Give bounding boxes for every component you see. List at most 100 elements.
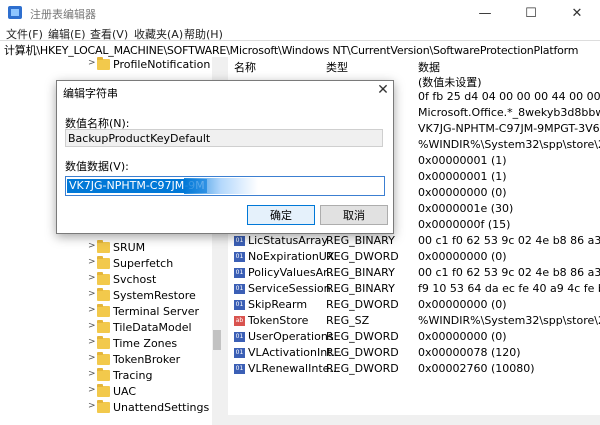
cell-data: 00 c1 f0 62 53 9c 02 4e b8 86 a3 52 8d (418, 266, 600, 279)
table-row[interactable]: 01 VLActivationInt... REG_DWORD 0x00000078 … (228, 345, 600, 361)
cell-data: 0x00000000 (0) (418, 250, 507, 263)
cell-data: (数值未设置) (418, 76, 482, 89)
cell-data: f9 10 53 64 da ec fe 40 a9 4c fe b8 ad (418, 282, 600, 295)
edit-string-dialog: 编辑字符串 ✕ 数值名称(N): BackupProductKeyDefault… (56, 80, 394, 234)
cell-data: Microsoft.Office.*_8wekyb3d8bbwe (418, 106, 600, 119)
tree-item[interactable]: > Terminal Server (0, 304, 210, 320)
cell-type: REG_DWORD (326, 362, 399, 375)
chevron-right-icon[interactable]: > (88, 385, 96, 395)
cell-data: VK7JG-NPHTM-C97JM-9MPGT-3V66T (418, 122, 600, 135)
cell-data: 0x00000000 (0) (418, 298, 507, 311)
maximize-button[interactable]: ☐ (508, 0, 554, 26)
table-row[interactable]: 01 PolicyValuesAr... REG_BINARY 00 c1 f0 62… (228, 265, 600, 281)
cell-name: SkipRearm (248, 298, 308, 311)
address-bar[interactable]: 计算机\HKEY_LOCAL_MACHINE\SOFTWARE\Microsof… (0, 40, 600, 58)
tree-item[interactable]: > Svchost (0, 272, 210, 288)
binary-value-icon: 01 (234, 332, 245, 342)
folder-icon (97, 256, 110, 269)
folder-icon (97, 320, 110, 333)
tree-item[interactable]: > SystemRestore (0, 288, 210, 304)
folder-icon (97, 352, 110, 365)
tree-item[interactable]: > Superfetch (0, 256, 210, 272)
cell-name: UserOperations (248, 330, 334, 343)
binary-value-icon: 01 (234, 300, 245, 310)
folder-icon (97, 57, 110, 70)
tree-item[interactable]: > TileDataModel (0, 320, 210, 336)
cancel-button[interactable]: 取消 (320, 205, 388, 225)
list-horizontal-scrollbar[interactable] (228, 415, 600, 425)
value-data-label: 数值数据(V): (65, 160, 129, 173)
cell-type: REG_DWORD (326, 346, 399, 359)
binary-value-icon: 01 (234, 268, 245, 278)
minimize-button[interactable]: — (462, 0, 508, 26)
cell-name: TokenStore (248, 314, 309, 327)
table-row[interactable]: 01 ServiceSession... REG_BINARY f9 10 53 64… (228, 281, 600, 297)
chevron-right-icon[interactable]: > (88, 257, 96, 267)
cell-name: NoExpirationUX (248, 250, 335, 263)
address-path: 计算机\HKEY_LOCAL_MACHINE\SOFTWARE\Microsof… (4, 44, 579, 57)
folder-icon (97, 240, 110, 253)
folder-icon (97, 336, 110, 349)
cell-type: REG_BINARY (326, 266, 395, 279)
cell-type: REG_DWORD (326, 250, 399, 263)
cell-type: REG_DWORD (326, 330, 399, 343)
folder-icon (97, 304, 110, 317)
chevron-right-icon[interactable]: > (88, 305, 96, 315)
folder-icon (97, 368, 110, 381)
table-row[interactable]: 01 VLRenewalInte... REG_DWORD 0x00002760 (1… (228, 361, 600, 377)
table-row[interactable]: 01 NoExpirationUX REG_DWORD 0x00000000 (0) (228, 249, 600, 265)
cell-data: 0x00000001 (1) (418, 170, 507, 183)
cell-name: PolicyValuesAr... (248, 266, 338, 279)
cell-data: 0x00000000 (0) (418, 330, 507, 343)
chevron-right-icon[interactable]: > (88, 273, 96, 283)
cell-data: 0x00000001 (1) (418, 154, 507, 167)
value-data-input[interactable]: VK7JG-NPHTM-C97JM-9M (65, 176, 385, 196)
cell-type: REG_DWORD (326, 298, 399, 311)
cell-data: 0x00000000 (0) (418, 186, 507, 199)
chevron-right-icon[interactable]: > (88, 289, 96, 299)
folder-icon (97, 272, 110, 285)
tree-item[interactable]: > Time Zones (0, 336, 210, 352)
tree-item[interactable]: > SRUM (0, 240, 210, 256)
chevron-right-icon[interactable]: > (88, 401, 96, 411)
cell-type: REG_SZ (326, 314, 370, 327)
close-window-button[interactable]: ✕ (554, 0, 600, 26)
tree-item[interactable]: > TokenBroker (0, 352, 210, 368)
binary-value-icon: 01 (234, 252, 245, 262)
chevron-right-icon[interactable]: > (88, 337, 96, 347)
cell-data: 0x0000000f (15) (418, 218, 511, 231)
tree-item[interactable]: > ProfileNotification (0, 57, 210, 73)
binary-value-icon: 01 (234, 348, 245, 358)
string-value-icon: ab (234, 316, 245, 326)
chevron-right-icon[interactable]: > (88, 321, 96, 331)
value-name-field: BackupProductKeyDefault (65, 129, 383, 147)
cell-name: LicStatusArray (248, 234, 328, 247)
tree-scrollbar-thumb[interactable] (213, 330, 221, 350)
tree-item[interactable]: > Tracing (0, 368, 210, 384)
table-row[interactable]: 01 LicStatusArray REG_BINARY 00 c1 f0 62 53… (228, 233, 600, 249)
cell-data: 0x00002760 (10080) (418, 362, 535, 375)
chevron-right-icon[interactable]: > (88, 241, 96, 251)
cell-type: REG_BINARY (326, 234, 395, 247)
chevron-right-icon[interactable]: > (88, 58, 96, 68)
dialog-title: 编辑字符串 (63, 87, 118, 100)
tree-item[interactable]: > UAC (0, 384, 210, 400)
cell-type: REG_BINARY (326, 282, 395, 295)
ok-button[interactable]: 确定 (247, 205, 315, 225)
chevron-right-icon[interactable]: > (88, 353, 96, 363)
menu-bar: 文件(F) 编辑(E) 查看(V) 收藏夹(A) 帮助(H) (0, 26, 600, 41)
binary-value-icon: 01 (234, 236, 245, 246)
table-row[interactable]: ab TokenStore REG_SZ %WINDIR%\System32\spp\… (228, 313, 600, 329)
cell-data: 0x0000001e (30) (418, 202, 514, 215)
cell-data: 00 c1 f0 62 53 9c 02 4e b8 86 a3 52 8d (418, 234, 600, 247)
tree-item[interactable]: > UnattendSettings (0, 400, 210, 416)
cell-data: %WINDIR%\System32\spp\store\2.0\ca (418, 138, 600, 151)
dialog-close-icon[interactable]: ✕ (375, 82, 391, 98)
binary-value-icon: 01 (234, 284, 245, 294)
redacted-blur (184, 178, 258, 194)
chevron-right-icon[interactable]: > (88, 369, 96, 379)
table-row[interactable]: 01 UserOperations REG_DWORD 0x00000000 (0) (228, 329, 600, 345)
cell-data: 0x00000078 (120) (418, 346, 521, 359)
window-title: 注册表编辑器 (30, 8, 96, 21)
table-row[interactable]: 01 SkipRearm REG_DWORD 0x00000000 (0) (228, 297, 600, 313)
